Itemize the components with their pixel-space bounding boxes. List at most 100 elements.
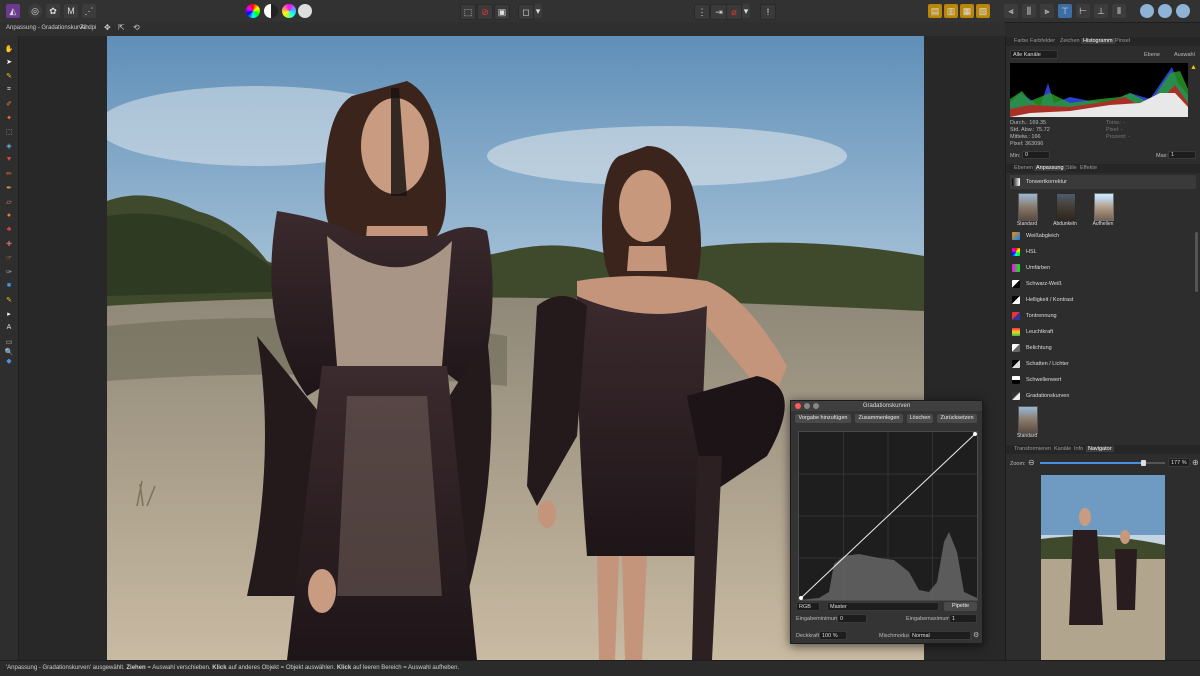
zoom-slider[interactable] <box>1040 460 1165 466</box>
preset-thumb-curves-standard[interactable] <box>1018 406 1038 434</box>
view-icon[interactable] <box>1140 4 1154 18</box>
hsl-icon[interactable] <box>282 4 296 18</box>
move-tool-icon[interactable]: ➤ <box>4 57 14 66</box>
adjustment-item[interactable]: HSL <box>1010 245 1196 259</box>
min-field[interactable]: 0 <box>1022 151 1050 159</box>
input-max-field[interactable]: 1 <box>949 614 977 623</box>
navigator-preview[interactable] <box>1041 475 1165 661</box>
align-bottom-icon[interactable]: ⊥ <box>1094 4 1108 18</box>
blend-mode-select[interactable]: Normal <box>909 631 971 640</box>
marquee-icon[interactable]: ⬚ <box>460 4 476 20</box>
snapping-magnet-icon[interactable]: ⌀ <box>726 4 742 20</box>
tab-info[interactable]: Info <box>1072 446 1085 452</box>
color-replacement-icon[interactable]: ✒ <box>4 183 14 192</box>
channel-select[interactable]: Master <box>827 602 939 611</box>
align-center-icon[interactable]: ⫼ <box>1022 4 1036 18</box>
add-preset-button[interactable]: Vorgabe hinzufügen <box>795 414 851 423</box>
picker-button[interactable]: Pipette <box>944 602 977 611</box>
transform-icon[interactable]: ⇱ <box>118 23 125 32</box>
histogram-channel-select[interactable]: Alle Kanäle <box>1010 50 1058 59</box>
curves-dialog[interactable]: Gradationskurven Vorgabe hinzufügen Zusa… <box>790 400 983 644</box>
smudge-icon[interactable]: ☞ <box>4 253 14 262</box>
tab-ebenen[interactable]: Ebenen <box>1012 165 1035 171</box>
selection-checkbox-label[interactable]: Auswahl <box>1174 52 1195 58</box>
arrange-forward-icon[interactable]: ▦ <box>960 4 974 18</box>
develop-persona-icon[interactable]: ✿ <box>46 4 60 18</box>
layer-checkbox-label[interactable]: Ebene <box>1144 52 1160 58</box>
arrange-backward-icon[interactable]: ▥ <box>944 4 958 18</box>
chevron-down-icon[interactable]: ▾ <box>534 4 542 18</box>
artistic-text-icon[interactable]: A <box>4 323 14 332</box>
adjustments-scrollbar[interactable] <box>1195 232 1198 292</box>
rectangle-tool-icon[interactable]: ■ <box>4 281 14 290</box>
close-icon[interactable] <box>795 403 801 409</box>
preset-thumb-lighten[interactable] <box>1094 193 1114 221</box>
quick-mask-icon[interactable]: ▣ <box>494 4 510 20</box>
merge-button[interactable]: Zusammenlegen <box>855 414 903 423</box>
align-top-icon[interactable]: ⊤ <box>1058 4 1072 18</box>
flood-fill-icon[interactable]: ◈ <box>4 141 14 150</box>
align-middle-icon[interactable]: ⊢ <box>1076 4 1090 18</box>
color-picker-tool-icon[interactable]: ✎ <box>4 71 14 80</box>
flood-select-icon[interactable]: ✦ <box>4 113 14 122</box>
preset-thumb-darken[interactable] <box>1056 193 1076 221</box>
reset-button[interactable]: Zurücksetzen <box>937 414 977 423</box>
assistant-icon[interactable]: ! <box>760 4 776 20</box>
adjustment-item[interactable]: Leuchtkraft <box>1010 325 1196 339</box>
selection-mode-icon[interactable]: ◻ <box>518 4 534 20</box>
adjustment-item[interactable]: Schatten / Lichter <box>1010 357 1196 371</box>
eraser-icon[interactable]: ▱ <box>4 197 14 206</box>
curve-graph[interactable] <box>798 431 978 601</box>
tab-stile[interactable]: Stile <box>1064 165 1079 171</box>
adjustment-item[interactable]: Schwarz-Weiß <box>1010 277 1196 291</box>
liquify-persona-icon[interactable]: ◎ <box>28 4 42 18</box>
adjustment-item[interactable]: Gradationskurven <box>1010 389 1196 403</box>
zoom-value-field[interactable]: 177 % <box>1168 458 1190 467</box>
chevron-down-icon[interactable]: ▾ <box>742 4 750 18</box>
text-tool-icon[interactable]: ✎ <box>4 295 14 304</box>
adjustment-item[interactable]: Tontrennung <box>1010 309 1196 323</box>
snapping-grid-icon[interactable]: ⋮ <box>694 4 710 20</box>
align-right-icon[interactable]: ⫸ <box>1040 4 1054 18</box>
reset-icon[interactable]: ⟲ <box>133 23 140 32</box>
tab-pinsel[interactable]: Pinsel <box>1113 38 1132 44</box>
affinity-logo-icon[interactable]: ◭ <box>6 4 20 18</box>
maximize-icon[interactable] <box>813 403 819 409</box>
gear-icon[interactable]: ⚙ <box>973 631 979 639</box>
adjustment-item[interactable]: Helligkeit / Kontrast <box>1010 293 1196 307</box>
zoom-tool-icon[interactable]: 🔍 <box>4 347 14 356</box>
clone-icon[interactable]: ♣ <box>4 225 14 234</box>
zoom-out-icon[interactable]: ⊖ <box>1028 458 1035 467</box>
tab-anpassung[interactable]: Anpassung <box>1034 165 1066 171</box>
align-left-icon[interactable]: ⫷ <box>1004 4 1018 18</box>
delete-button[interactable]: Löschen <box>907 414 933 423</box>
tab-farbfelder[interactable]: Farbfelder <box>1028 38 1057 44</box>
zoom-slider-handle[interactable] <box>1140 460 1146 466</box>
blemish-icon[interactable]: ✚ <box>4 239 14 248</box>
pen-tool-icon[interactable]: ✑ <box>4 267 14 276</box>
split-view-icon[interactable] <box>1176 4 1190 18</box>
contrast-icon[interactable] <box>264 4 278 18</box>
paint-brush-icon[interactable]: ✏ <box>4 169 14 178</box>
white-balance-icon[interactable] <box>298 4 312 18</box>
node-tool-icon[interactable]: ▸ <box>4 309 14 318</box>
tone-mapping-persona-icon[interactable]: M <box>64 4 78 18</box>
selection-brush-icon[interactable]: ✐ <box>4 99 14 108</box>
tab-effekte[interactable]: Effekte <box>1078 165 1099 171</box>
dodge-icon[interactable]: ● <box>4 211 14 220</box>
input-min-field[interactable]: 0 <box>837 614 867 623</box>
arrange-back-icon[interactable]: ▤ <box>928 4 942 18</box>
view-tool-icon[interactable]: ▭ <box>4 337 14 346</box>
adjustment-item[interactable]: Schwellenwert <box>1010 373 1196 387</box>
crop-tool-icon[interactable]: ⌗ <box>4 85 14 94</box>
adjustment-header[interactable]: Tonwertkorrektur <box>1010 175 1196 189</box>
distribute-icon[interactable]: ⫴ <box>1112 4 1126 18</box>
no-selection-icon[interactable]: ⊘ <box>477 4 493 20</box>
tab-navigator[interactable]: Navigator <box>1086 446 1114 452</box>
opacity-field[interactable]: 100 % <box>819 631 847 640</box>
max-field[interactable]: 1 <box>1168 151 1196 159</box>
adjustment-item[interactable]: Belichtung <box>1010 341 1196 355</box>
view-mode-icon[interactable] <box>1158 4 1172 18</box>
arrange-front-icon[interactable]: ▧ <box>976 4 990 18</box>
preset-thumb-standard[interactable] <box>1018 193 1038 221</box>
